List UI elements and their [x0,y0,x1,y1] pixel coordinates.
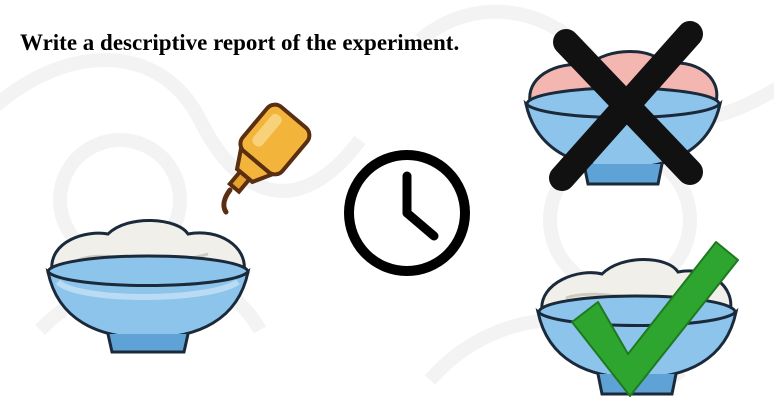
black-x-icon [549,21,703,191]
page-title: Write a descriptive report of the experi… [20,30,460,55]
illustration-canvas: Write a descriptive report of the experi… [0,0,774,420]
green-check-icon [571,241,739,397]
cream-bowl-icon [45,219,251,354]
yellow-squeeze-bottle-icon [221,102,312,215]
clock-icon [344,150,470,276]
